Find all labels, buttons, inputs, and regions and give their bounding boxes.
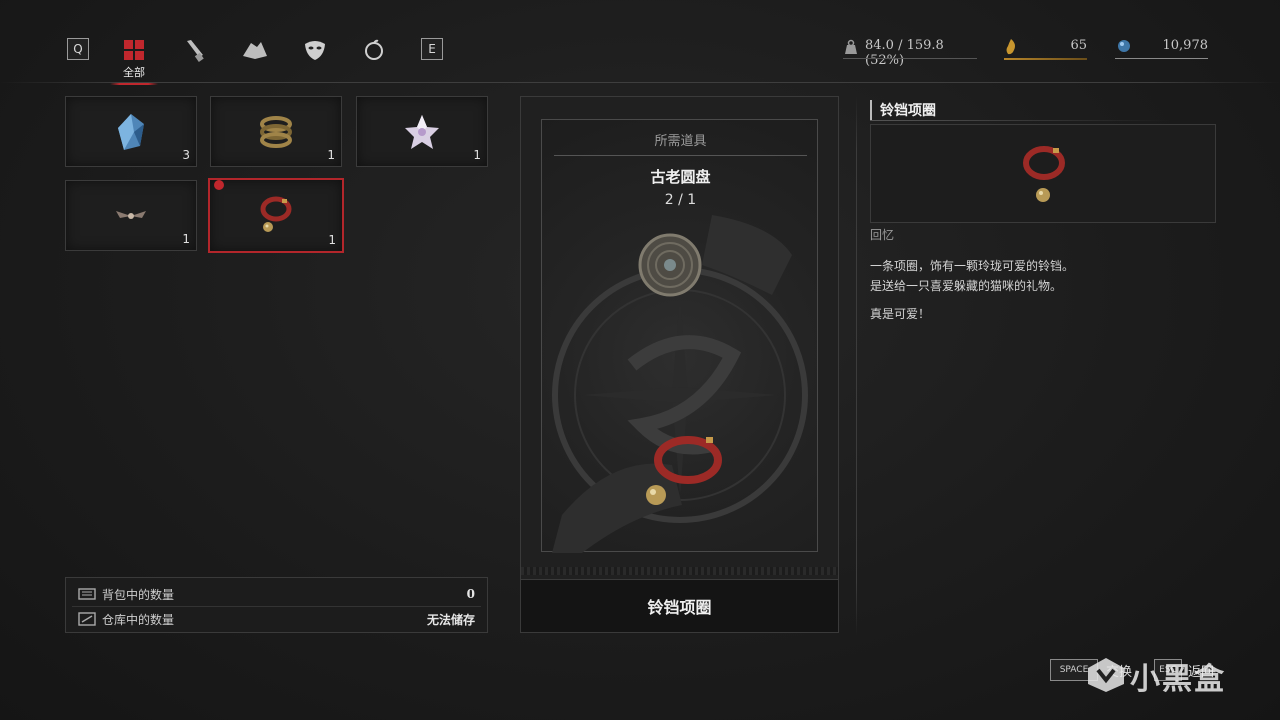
inventory-slot[interactable]: 3 <box>65 96 197 167</box>
tab-prev-key[interactable]: Q <box>67 38 89 60</box>
tab-all-label: 全部 <box>123 66 145 79</box>
ergo-icon <box>1006 39 1015 55</box>
required-item-count: 2 / 1 <box>664 192 697 208</box>
quantity-info-box: 背包中的数量 0 仓库中的数量 无法储存 <box>65 577 488 633</box>
watermark-text: 小黑盒 <box>1130 662 1226 697</box>
trade-card[interactable]: 所需道具 古老圆盘 2 / 1 铃铛项圈 <box>520 96 839 633</box>
bell-collar-icon <box>260 196 292 232</box>
inventory-slot[interactable]: 1 <box>210 96 342 167</box>
weight-value: 84.0 / 159.8 (52%) <box>865 38 944 68</box>
bell-collar-preview-icon <box>1023 146 1065 202</box>
detail-title: 铃铛项圈 <box>870 100 936 120</box>
storage-icon <box>78 612 96 626</box>
weight-underline <box>843 58 977 59</box>
tab-masks[interactable] <box>297 32 333 68</box>
slot-count: 1 <box>327 148 335 162</box>
brass-coil-icon <box>260 115 292 148</box>
tab-next-key[interactable]: E <box>421 38 443 60</box>
backpack-quantity-row: 背包中的数量 0 <box>66 582 487 606</box>
winged-trinket-icon <box>116 210 146 219</box>
detail-category: 回忆 <box>870 228 895 242</box>
inventory-slot[interactable]: 1 <box>356 96 488 167</box>
watermark: 小黑盒 <box>1086 652 1246 698</box>
tab-all[interactable]: 全部 <box>110 32 158 85</box>
ergo-stat: 65 <box>1004 38 1087 62</box>
required-item-name: 古老圆盘 <box>650 168 711 186</box>
scroll-icon <box>187 40 204 62</box>
slot-count: 1 <box>328 233 336 247</box>
description-line: 是送给一只喜爱躲藏的猫咪的礼物。 <box>870 279 1063 293</box>
inventory-slot-selected[interactable]: 1 <box>208 178 344 253</box>
backpack-quantity-label: 背包中的数量 <box>102 587 175 602</box>
orb-icon <box>1118 40 1130 52</box>
backpack-quantity-value: 0 <box>466 587 475 601</box>
card-divider <box>554 155 807 156</box>
weight-stat: 84.0 / 159.8 (52%) <box>843 38 977 68</box>
star-crystal-icon <box>405 114 439 149</box>
detail-image <box>870 124 1216 223</box>
tab-tools[interactable] <box>176 32 212 68</box>
storage-quantity-row: 仓库中的数量 无法储存 <box>66 607 487 631</box>
trade-illustration <box>552 215 808 553</box>
required-items-header: 所需道具 <box>654 134 707 149</box>
trade-card-art: 所需道具 古老圆盘 2 / 1 <box>541 119 818 553</box>
watermark-logo-icon <box>1088 658 1124 692</box>
inventory-slot[interactable]: 1 <box>65 180 197 251</box>
tab-active-underline <box>110 83 158 85</box>
slot-count: 3 <box>182 148 190 162</box>
slot-count: 1 <box>473 148 481 162</box>
grid-icon <box>116 32 152 68</box>
currency-stat: 10,978 <box>1115 38 1208 62</box>
vertical-divider <box>856 96 857 636</box>
card-pattern-strip <box>521 567 838 575</box>
ergo-value: 65 <box>1070 38 1087 53</box>
currency-underline <box>1115 58 1208 59</box>
tab-fragments[interactable] <box>237 32 273 68</box>
storage-quantity-label: 仓库中的数量 <box>102 612 175 627</box>
apple-icon <box>365 39 383 60</box>
detail-title-underline <box>870 120 1170 121</box>
description-line: 真是可爱！ <box>870 307 931 321</box>
rock-icon <box>243 42 267 59</box>
reward-item-name: 铃铛项圈 <box>521 579 838 632</box>
mask-icon <box>305 41 325 60</box>
detail-description: 一条项圈，饰有一颗玲珑可爱的铃铛。 是送给一只喜爱躲藏的猫咪的礼物。 真是可爱！ <box>870 256 1250 324</box>
slot-count: 1 <box>182 232 190 246</box>
storage-quantity-value: 无法储存 <box>426 612 475 627</box>
new-item-marker-icon <box>214 180 224 190</box>
ergo-bar <box>1004 58 1087 60</box>
description-line: 一条项圈，饰有一颗玲珑可爱的铃铛。 <box>870 259 1075 273</box>
blue-crystal-icon <box>118 113 144 150</box>
top-divider <box>0 82 1280 83</box>
tab-consumables[interactable] <box>356 32 392 68</box>
backpack-icon <box>78 588 96 600</box>
currency-value: 10,978 <box>1162 38 1209 53</box>
weight-icon <box>845 39 857 54</box>
